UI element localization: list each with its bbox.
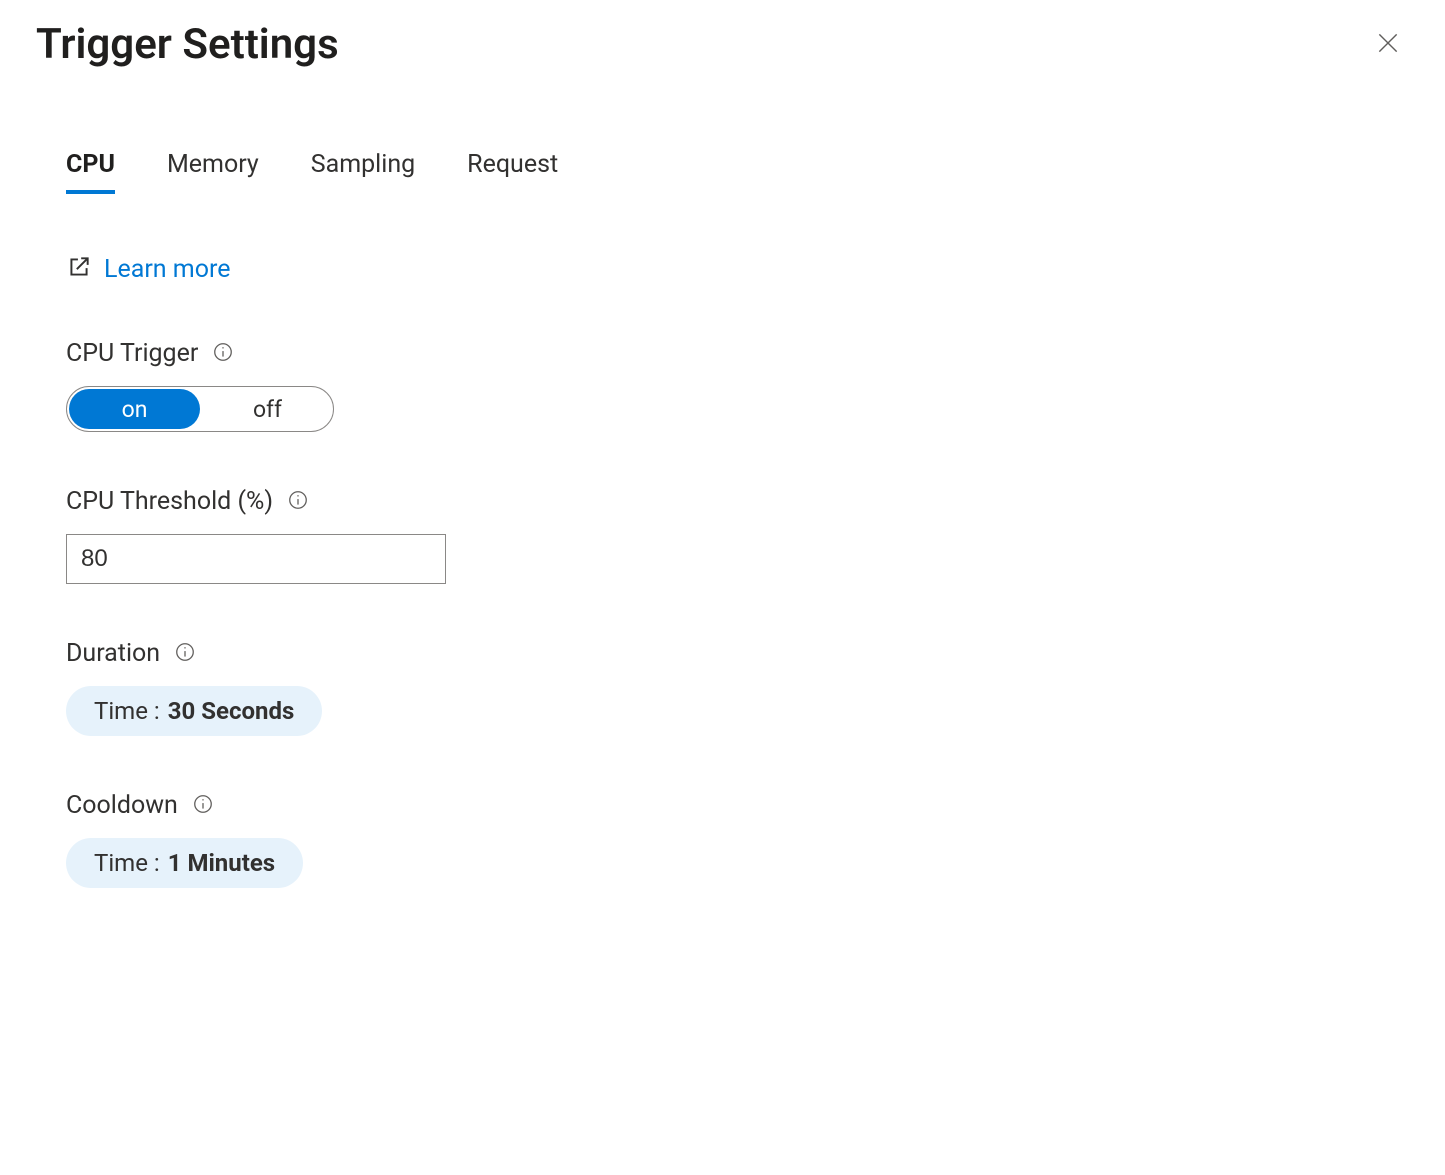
- info-icon[interactable]: [287, 489, 309, 515]
- info-icon[interactable]: [212, 341, 234, 367]
- toggle-on-option[interactable]: on: [69, 389, 200, 429]
- cooldown-pill[interactable]: Time : 1 Minutes: [66, 838, 303, 888]
- toggle-off-option[interactable]: off: [202, 387, 333, 431]
- cooldown-value: 1 Minutes: [168, 838, 275, 888]
- trigger-settings-panel: Trigger Settings CPU Memory Sampling Req…: [0, 0, 1445, 1175]
- info-icon[interactable]: [192, 793, 214, 819]
- duration-prefix: Time :: [94, 686, 160, 736]
- cpu-threshold-input[interactable]: [66, 534, 446, 584]
- external-link-icon: [66, 254, 92, 284]
- cpu-threshold-label: CPU Threshold (%): [66, 487, 273, 516]
- cpu-trigger-label: CPU Trigger: [66, 339, 198, 368]
- info-icon[interactable]: [174, 641, 196, 667]
- panel-content: CPU Memory Sampling Request Learn more C…: [36, 70, 1409, 888]
- duration-label: Duration: [66, 639, 160, 668]
- learn-more-row: Learn more: [66, 254, 1409, 284]
- close-icon: [1375, 30, 1401, 60]
- field-cpu-trigger: CPU Trigger on off: [66, 339, 1409, 432]
- cooldown-prefix: Time :: [94, 838, 160, 888]
- learn-more-link[interactable]: Learn more: [104, 255, 230, 284]
- duration-pill[interactable]: Time : 30 Seconds: [66, 686, 322, 736]
- tab-request[interactable]: Request: [467, 150, 558, 194]
- field-label-row: CPU Trigger: [66, 339, 1409, 368]
- field-cpu-threshold: CPU Threshold (%): [66, 487, 1409, 584]
- tab-sampling[interactable]: Sampling: [311, 150, 415, 194]
- field-label-row: CPU Threshold (%): [66, 487, 1409, 516]
- page-title: Trigger Settings: [36, 20, 1409, 70]
- close-button[interactable]: [1371, 28, 1405, 62]
- tab-cpu[interactable]: CPU: [66, 150, 115, 194]
- duration-value: 30 Seconds: [168, 686, 295, 736]
- field-label-row: Cooldown: [66, 791, 1409, 820]
- field-duration: Duration Time : 30 Seconds: [66, 639, 1409, 736]
- cooldown-label: Cooldown: [66, 791, 178, 820]
- field-cooldown: Cooldown Time : 1 Minutes: [66, 791, 1409, 888]
- cpu-trigger-toggle[interactable]: on off: [66, 386, 334, 432]
- tab-bar: CPU Memory Sampling Request: [66, 150, 1409, 194]
- tab-memory[interactable]: Memory: [167, 150, 259, 194]
- field-label-row: Duration: [66, 639, 1409, 668]
